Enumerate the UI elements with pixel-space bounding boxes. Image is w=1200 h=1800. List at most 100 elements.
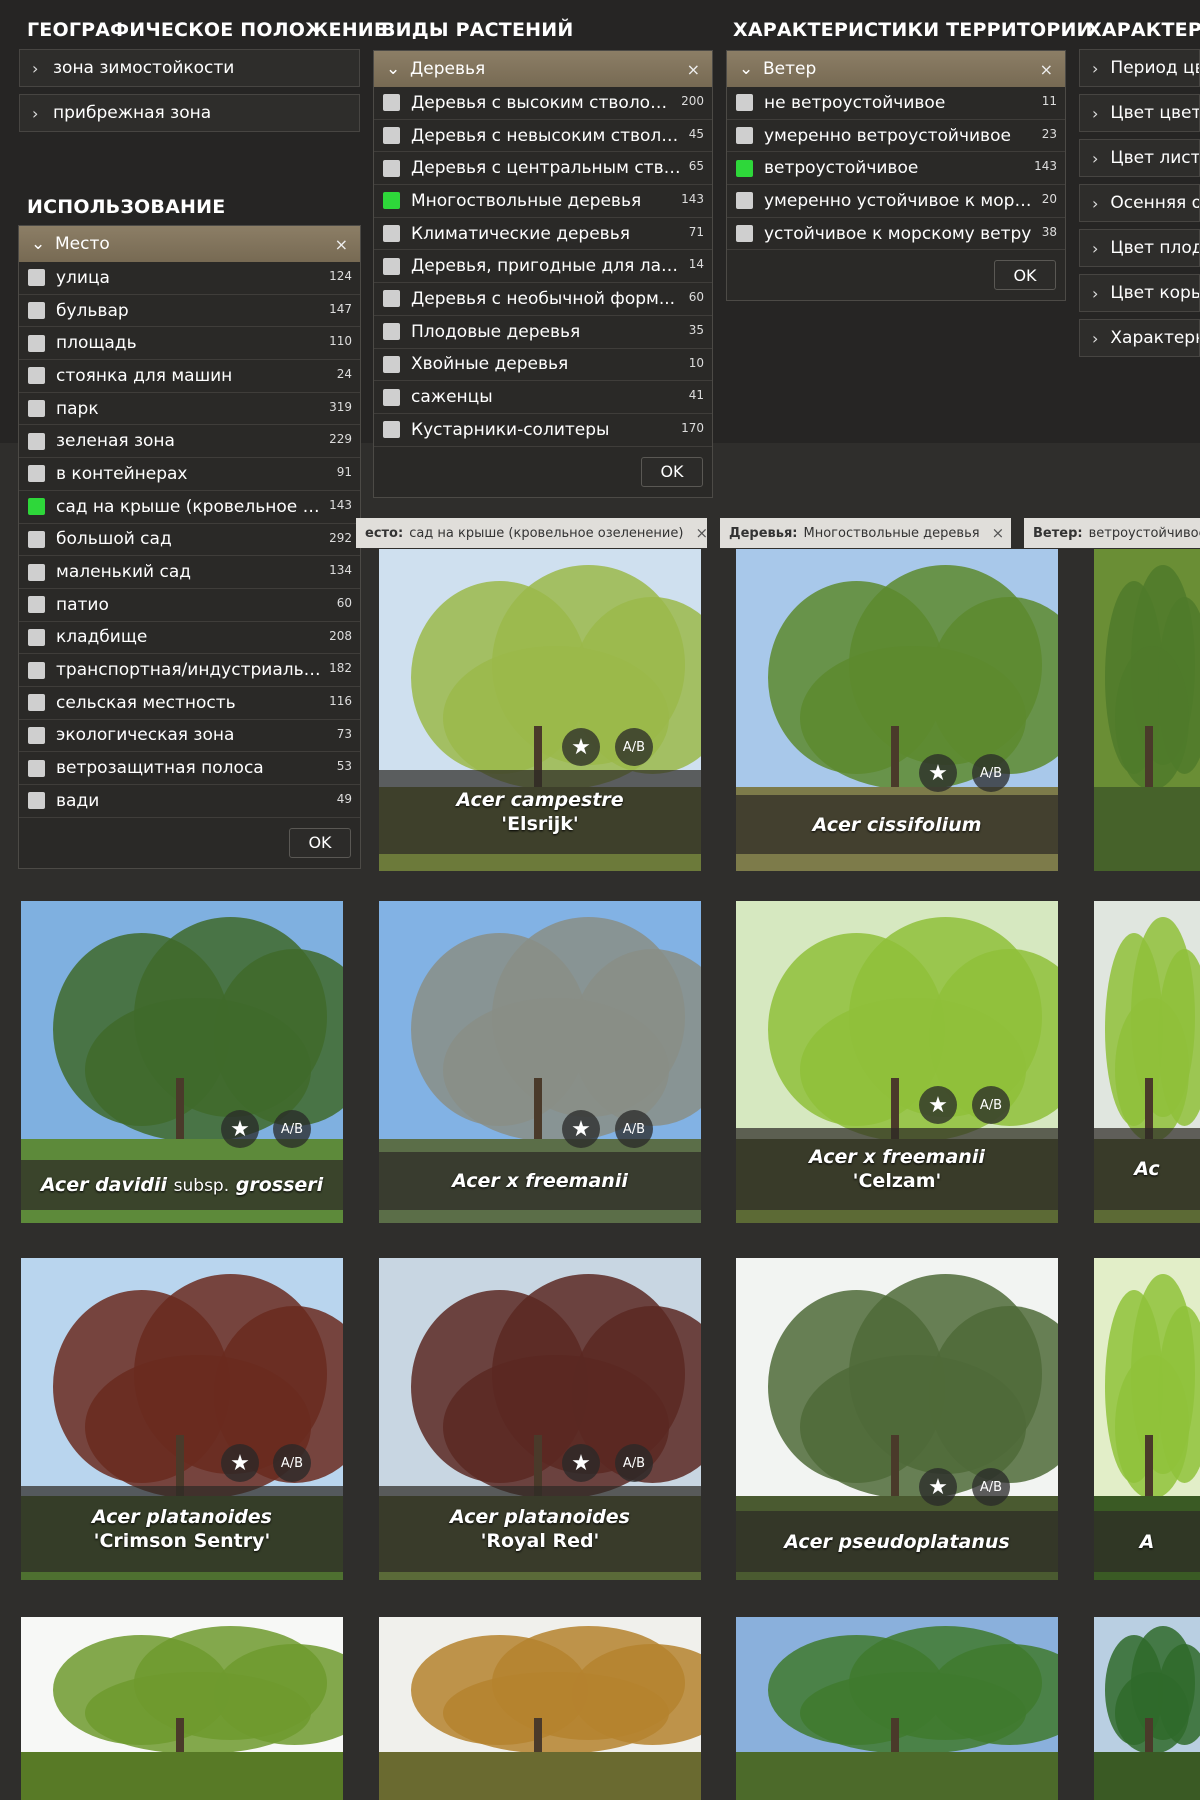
checkbox[interactable] <box>736 225 753 243</box>
geo-filter-coastal[interactable]: › прибрежная зона <box>19 94 360 132</box>
panel-header[interactable]: ⌄ Место × <box>19 226 360 262</box>
filter-option-row[interactable]: зеленая зона 229 <box>19 425 360 459</box>
features-filter-item[interactable]: › Период цв <box>1079 49 1200 87</box>
plant-card[interactable]: Acer x freemanii 'Celzam' ★ A/B <box>736 901 1058 1223</box>
filter-option-row[interactable]: бульвар 147 <box>19 295 360 328</box>
filter-option-row[interactable]: Деревья с невысоким стволо... 45 <box>374 120 712 153</box>
ok-button[interactable]: OK <box>289 827 351 858</box>
filter-option-row[interactable]: устойчивое к морскому ветру 38 <box>727 218 1065 251</box>
filter-option-row[interactable]: Деревья с высоким стволом ... 200 <box>374 87 712 120</box>
plant-card[interactable]: Acer davidii subsp. grosseri ★ A/B <box>21 901 343 1223</box>
checkbox[interactable] <box>383 388 400 406</box>
plant-card[interactable] <box>21 1617 343 1800</box>
checkbox[interactable] <box>28 498 45 516</box>
compare-ab-icon[interactable]: A/B <box>615 728 653 766</box>
filter-option-row[interactable]: умеренно устойчивое к морс... 20 <box>727 185 1065 218</box>
close-icon[interactable]: × <box>687 60 700 79</box>
features-filter-item[interactable]: › Цвет коры <box>1079 274 1200 312</box>
checkbox[interactable] <box>28 726 45 744</box>
compare-ab-icon[interactable]: A/B <box>972 754 1010 792</box>
checkbox[interactable] <box>28 334 45 352</box>
plant-card[interactable]: Acer platanoides 'Crimson Sentry' ★ A/B <box>21 1258 343 1580</box>
plant-card[interactable] <box>736 1617 1058 1800</box>
checkbox[interactable] <box>383 323 400 341</box>
close-icon[interactable]: × <box>335 235 348 254</box>
features-filter-item[interactable]: › Осенняя о <box>1079 184 1200 222</box>
checkbox[interactable] <box>736 127 753 145</box>
star-icon[interactable]: ★ <box>562 728 600 766</box>
checkbox[interactable] <box>383 94 400 112</box>
filter-option-row[interactable]: Деревья, пригодные для лаз... 14 <box>374 250 712 284</box>
plant-card[interactable]: Acer platanoides 'Royal Red' ★ A/B <box>379 1258 701 1580</box>
filter-option-row[interactable]: Плодовые деревья 35 <box>374 316 712 349</box>
checkbox[interactable] <box>28 694 45 712</box>
filter-option-row[interactable]: не ветроустойчивое 11 <box>727 87 1065 120</box>
star-icon[interactable]: ★ <box>562 1110 600 1148</box>
close-icon[interactable]: × <box>695 524 707 542</box>
compare-ab-icon[interactable]: A/B <box>273 1444 311 1482</box>
plant-card[interactable] <box>379 1617 701 1800</box>
plant-card[interactable]: Acer x freemanii ★ A/B <box>379 901 701 1223</box>
plant-card[interactable]: Ac <box>1094 901 1200 1223</box>
plant-card[interactable]: Acer pseudoplatanus ★ A/B <box>736 1258 1058 1580</box>
checkbox[interactable] <box>28 367 45 385</box>
checkbox[interactable] <box>28 465 45 483</box>
filter-option-row[interactable]: кладбище 208 <box>19 622 360 655</box>
checkbox[interactable] <box>28 596 45 614</box>
checkbox[interactable] <box>383 421 400 439</box>
active-filter-chip[interactable]: есто: сад на крыше (кровельное озеленени… <box>356 518 707 548</box>
plant-card[interactable] <box>1094 1617 1200 1800</box>
checkbox[interactable] <box>28 563 45 581</box>
checkbox[interactable] <box>736 94 753 112</box>
filter-option-row[interactable]: Многоствольные деревья 143 <box>374 185 712 218</box>
checkbox[interactable] <box>28 628 45 646</box>
panel-header[interactable]: ⌄ Деревья × <box>374 51 712 87</box>
plant-card[interactable] <box>1094 549 1200 871</box>
filter-option-row[interactable]: сад на крыше (кровельное о... 143 <box>19 491 360 524</box>
compare-ab-icon[interactable]: A/B <box>972 1086 1010 1124</box>
features-filter-item[interactable]: › Цвет лист <box>1079 139 1200 177</box>
filter-option-row[interactable]: ветрозащитная полоса 53 <box>19 752 360 785</box>
active-filter-chip[interactable]: Деревья: Многоствольные деревья × <box>720 518 1011 548</box>
filter-option-row[interactable]: умеренно ветроустойчивое 23 <box>727 120 1065 153</box>
plant-card[interactable]: A <box>1094 1258 1200 1580</box>
checkbox[interactable] <box>383 159 400 177</box>
filter-option-row[interactable]: площадь 110 <box>19 327 360 361</box>
geo-filter-hardiness[interactable]: › зона зимостойкости <box>19 49 360 87</box>
star-icon[interactable]: ★ <box>919 754 957 792</box>
filter-option-row[interactable]: Климатические деревья 71 <box>374 218 712 251</box>
checkbox[interactable] <box>28 400 45 418</box>
star-icon[interactable]: ★ <box>919 1468 957 1506</box>
features-filter-item[interactable]: › Цвет цвет <box>1079 94 1200 132</box>
filter-option-row[interactable]: сельская местность 116 <box>19 687 360 720</box>
filter-option-row[interactable]: вади 49 <box>19 785 360 818</box>
plant-card[interactable]: Acer cissifolium ★ A/B <box>736 549 1058 871</box>
compare-ab-icon[interactable]: A/B <box>273 1110 311 1148</box>
star-icon[interactable]: ★ <box>562 1444 600 1482</box>
active-filter-chip[interactable]: Ветер: ветроустойчивое <box>1024 518 1200 548</box>
filter-option-row[interactable]: Кустарники-солитеры 170 <box>374 414 712 447</box>
checkbox[interactable] <box>383 355 400 373</box>
checkbox[interactable] <box>736 159 753 177</box>
features-filter-item[interactable]: › Цвет плод <box>1079 229 1200 267</box>
filter-option-row[interactable]: парк 319 <box>19 393 360 426</box>
filter-option-row[interactable]: стоянка для машин 24 <box>19 360 360 393</box>
checkbox[interactable] <box>383 257 400 275</box>
filter-option-row[interactable]: транспортная/индустриальн... 182 <box>19 654 360 687</box>
filter-option-row[interactable]: большой сад 292 <box>19 524 360 557</box>
close-icon[interactable]: × <box>1040 60 1053 79</box>
star-icon[interactable]: ★ <box>221 1110 259 1148</box>
checkbox[interactable] <box>736 192 753 210</box>
compare-ab-icon[interactable]: A/B <box>972 1468 1010 1506</box>
checkbox[interactable] <box>28 661 45 679</box>
compare-ab-icon[interactable]: A/B <box>615 1110 653 1148</box>
close-icon[interactable]: × <box>992 524 1005 542</box>
checkbox[interactable] <box>383 225 400 243</box>
star-icon[interactable]: ★ <box>221 1444 259 1482</box>
plant-card[interactable]: Acer campestre 'Elsrijk' ★ A/B <box>379 549 701 871</box>
filter-option-row[interactable]: ветроустойчивое 143 <box>727 152 1065 186</box>
filter-option-row[interactable]: Хвойные деревья 10 <box>374 349 712 382</box>
ok-button[interactable]: OK <box>994 260 1056 291</box>
checkbox[interactable] <box>383 127 400 145</box>
features-filter-item[interactable]: › Характерн <box>1079 319 1200 357</box>
